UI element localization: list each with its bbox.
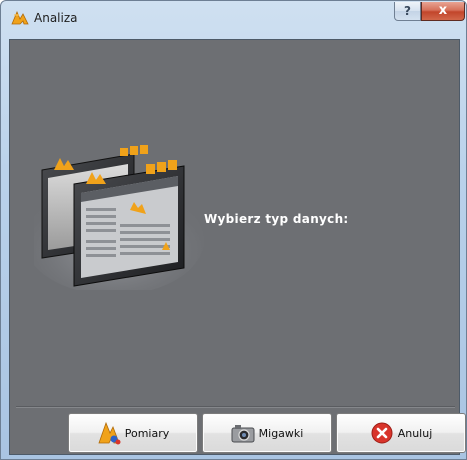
camera-icon bbox=[231, 425, 255, 443]
anuluj-button[interactable]: Anuluj bbox=[336, 413, 466, 453]
close-button[interactable]: x bbox=[421, 2, 465, 21]
anuluj-label: Anuluj bbox=[397, 426, 433, 440]
migawki-button[interactable]: Migawki bbox=[202, 413, 332, 453]
measurements-icon bbox=[98, 421, 121, 445]
app-logo-icon bbox=[11, 10, 29, 25]
button-separator bbox=[16, 406, 455, 408]
pomiary-label: Pomiary bbox=[124, 426, 170, 440]
dialog-content: Wybierz typ danych: Pomiary Migawki Anul… bbox=[9, 39, 466, 455]
title-bar[interactable]: Analiza ? x bbox=[1, 1, 466, 39]
pomiary-button[interactable]: Pomiary bbox=[68, 413, 198, 453]
data-type-prompt: Wybierz typ danych: bbox=[204, 212, 349, 226]
dialog-window: Analiza ? x Wybierz typ danych: Pomiary … bbox=[0, 0, 467, 460]
migawki-label: Migawki bbox=[258, 426, 304, 440]
window-title: Analiza bbox=[34, 11, 78, 25]
cancel-icon bbox=[371, 422, 393, 444]
help-button[interactable]: ? bbox=[394, 2, 421, 21]
application-screens-illustration bbox=[34, 145, 204, 290]
